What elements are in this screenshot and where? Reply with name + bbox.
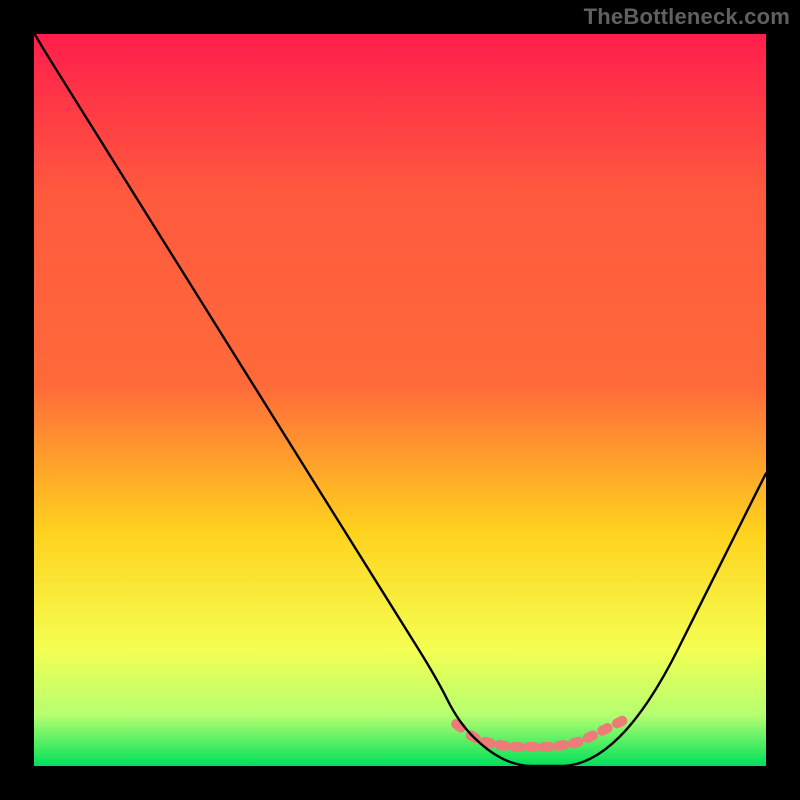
attribution-label: TheBottleneck.com (584, 4, 790, 30)
chart-container: TheBottleneck.com (0, 0, 800, 800)
bottleneck-chart-svg (34, 34, 766, 766)
gradient-background (34, 34, 766, 766)
marker-dash (524, 742, 540, 752)
marker-dash (538, 742, 554, 753)
plot-area (34, 34, 766, 766)
marker-dash (509, 742, 525, 753)
